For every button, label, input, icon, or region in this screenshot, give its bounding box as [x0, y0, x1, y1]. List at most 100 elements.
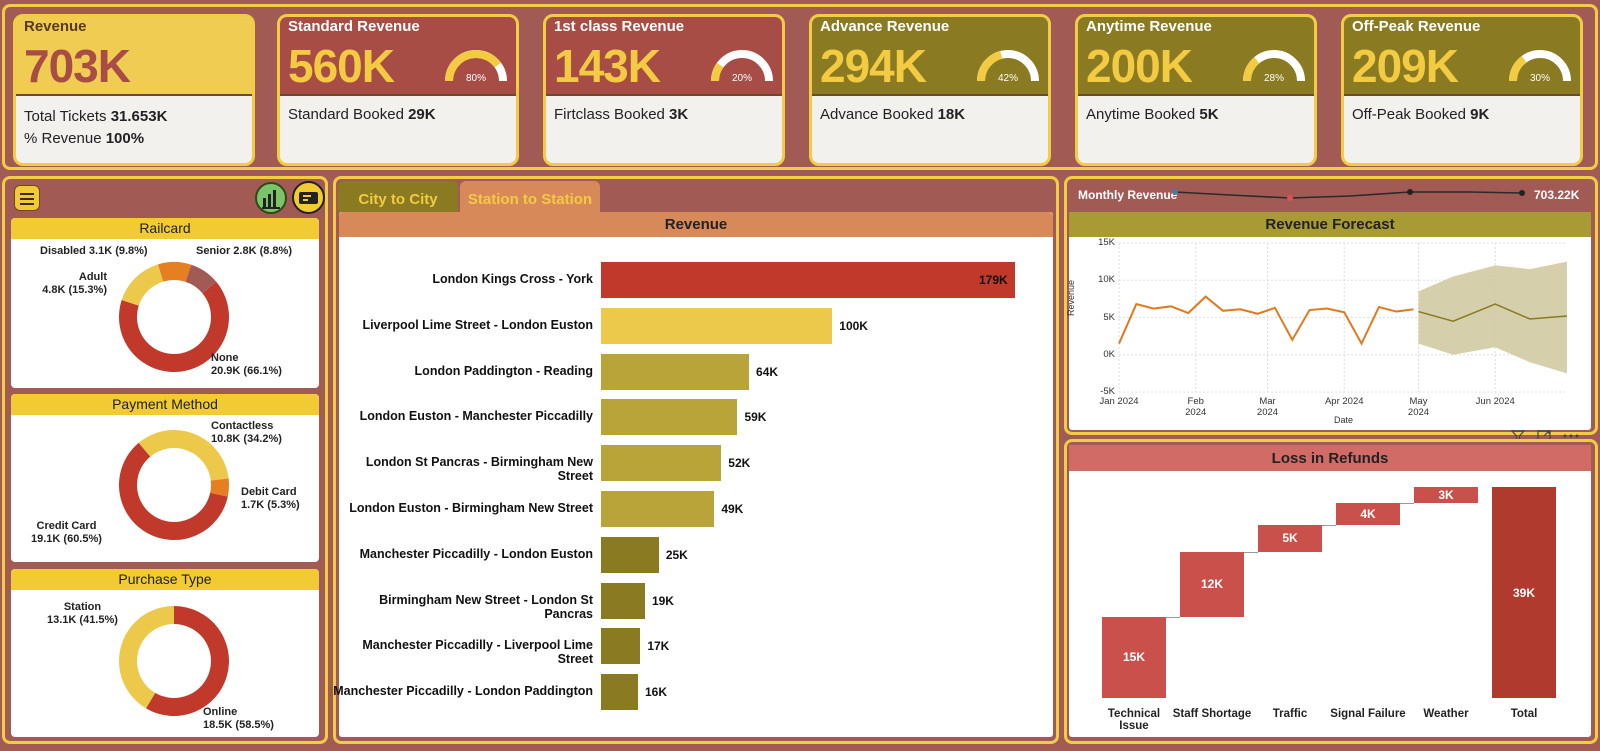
bar-value-label: 59K: [744, 410, 767, 425]
kpi-card-first-class: 1st class Revenue 143K 20% Firtclass Boo…: [543, 14, 785, 166]
bar-category-label: London Kings Cross - York: [432, 272, 593, 286]
x-tick-label: Mar 2024: [1256, 396, 1279, 418]
waterfall-connector: [1322, 524, 1336, 526]
x-tick-label: Jan 2024: [1099, 396, 1139, 407]
forecast-xlabel: Date: [1334, 415, 1354, 425]
waterfall-category-label: Traffic: [1272, 708, 1308, 720]
gauge-percent: 80%: [466, 73, 486, 84]
x-tick-label: Jun 2024: [1475, 396, 1515, 407]
gauge-fill: [1243, 57, 1260, 82]
x-tick-label: Apr 2024: [1324, 396, 1364, 407]
route-bar[interactable]: [601, 628, 641, 665]
actual-revenue-line: [1118, 295, 1414, 346]
donut-slice-disabled: [157, 262, 192, 282]
payment-label-contactless: Contactless 10.8K (34.2%): [211, 420, 282, 445]
kpi-title: Standard Revenue: [288, 18, 420, 35]
waterfall-connector: [1244, 551, 1258, 553]
monthly-revenue-sparkline: [1172, 189, 1525, 201]
railcard-label-senior: Senior 2.8K (8.8%): [196, 245, 292, 257]
waterfall-connector: [1166, 616, 1180, 618]
kpi-booked: Firtclass Booked 3K: [554, 106, 689, 123]
kpi-title: Revenue: [24, 18, 87, 35]
route-bar[interactable]: [601, 491, 715, 527]
waterfall-value-label: 3K: [1438, 488, 1454, 503]
bar-value-label: 179K: [979, 273, 1008, 287]
gauge: 42%: [977, 50, 1039, 84]
y-tick-label: 10K: [1098, 274, 1115, 286]
bar-value-label: 64K: [756, 364, 779, 379]
railcard-label-none: None 20.9K (66.1%): [211, 352, 282, 377]
kpi-value: 560K: [288, 40, 395, 92]
bar-category-label: London Euston - Manchester Piccadilly: [359, 409, 593, 424]
gauge-fill: [1509, 55, 1527, 82]
bar-value-label: 17K: [647, 639, 670, 654]
center-chart-title: Revenue: [664, 216, 728, 233]
kpi-title: 1st class Revenue: [554, 18, 685, 35]
waterfall-value-label: 39K: [1512, 585, 1535, 600]
route-bar[interactable]: [601, 674, 638, 711]
bar-category-label: London Paddington - Reading: [414, 363, 593, 378]
purchase-label-station: Station 13.1K (41.5%): [47, 601, 118, 626]
kpi-percent-revenue: % Revenue 100%: [24, 130, 145, 147]
waterfall-value-label: 5K: [1282, 531, 1298, 546]
kpi-booked: Off-Peak Booked 9K: [1352, 106, 1490, 123]
card-title: Purchase Type: [11, 569, 319, 590]
ticket-button[interactable]: [292, 181, 325, 214]
route-bar[interactable]: [601, 582, 645, 619]
kpi-value: 200K: [1086, 40, 1193, 92]
bar-value-label: 49K: [721, 502, 744, 516]
kpi-value: 209K: [1352, 40, 1459, 92]
purchase-label-online: Online 18.5K (58.5%): [203, 706, 274, 731]
kpi-card-off-peak: Off-Peak Revenue 209K 30% Off-Peak Booke…: [1341, 14, 1583, 166]
route-bar[interactable]: [601, 307, 833, 344]
route-bar[interactable]: [601, 536, 659, 573]
tab-city-to-city[interactable]: City to City: [338, 181, 458, 213]
route-bar[interactable]: [601, 353, 750, 390]
payment-method-card: Payment Method Contactless 10.8K (34.2%) …: [11, 394, 319, 562]
gauge-fill: [711, 62, 724, 82]
waterfall-category-label: Signal Failure: [1330, 708, 1406, 720]
forecast-title: Revenue Forecast: [1265, 216, 1395, 233]
kpi-value: 703K: [24, 40, 131, 92]
route-bar[interactable]: [601, 262, 1015, 298]
bar-category-label: Birmingham New Street - London St Pancra…: [379, 592, 593, 621]
kpi-title: Off-Peak Revenue: [1352, 18, 1481, 35]
hamburger-menu-icon: [20, 192, 34, 205]
bar-category-label: Manchester Piccadilly - London Paddingto…: [333, 684, 593, 699]
waterfall-category-label: Total: [1510, 708, 1538, 720]
payment-label-credit: Credit Card 19.1K (60.5%): [31, 520, 102, 545]
kpi-booked: Advance Booked 18K: [820, 106, 966, 123]
monthly-revenue-value: 703.22K: [1534, 188, 1580, 202]
waterfall-value-label: 4K: [1360, 507, 1376, 522]
waterfall-category-label: Technical Issue: [1107, 708, 1161, 732]
payment-label-debit: Debit Card 1.7K (5.3%): [241, 486, 300, 511]
bar-category-label: Manchester Piccadilly - London Euston: [359, 546, 593, 561]
bar-category-label: London St Pancras - Birmingham New Stree…: [365, 455, 593, 484]
gauge: 28%: [1243, 50, 1305, 84]
forecast-ylabel: Revenue: [1066, 279, 1076, 316]
kpi-card-standard: Standard Revenue 560K 80% Standard Booke…: [277, 14, 519, 166]
gauge: 80%: [445, 50, 507, 84]
x-tick-label: Feb 2024: [1185, 396, 1207, 418]
bar-value-label: 19K: [651, 593, 674, 608]
gauge-percent: 20%: [732, 73, 752, 84]
route-bar[interactable]: [601, 445, 722, 482]
kpi-value: 143K: [554, 40, 661, 92]
railcard-label-adult: Adult 4.8K (15.3%): [42, 271, 107, 296]
menu-button[interactable]: [14, 185, 40, 211]
refunds-title: Loss in Refunds: [1271, 450, 1389, 467]
kpi-title: Anytime Revenue: [1086, 18, 1212, 35]
kpi-value: 294K: [820, 40, 927, 92]
kpi-title: Advance Revenue: [820, 18, 950, 35]
bar-category-label: Manchester Piccadilly - Liverpool Lime S…: [362, 638, 593, 667]
gauge: 20%: [711, 50, 773, 84]
kpi-card-anytime: Anytime Revenue 200K 28% Anytime Booked …: [1075, 14, 1317, 166]
kpi-booked: Standard Booked 29K: [288, 106, 436, 123]
railcard-label-disabled: Disabled 3.1K (9.8%): [40, 245, 148, 257]
bar-value-label: 52K: [728, 456, 751, 471]
waterfall-connector: [1400, 503, 1414, 505]
tab-station-to-station[interactable]: Station to Station: [460, 181, 600, 213]
route-bar[interactable]: [601, 399, 738, 436]
bar-value-label: 25K: [665, 547, 688, 562]
analytics-button[interactable]: [255, 182, 287, 214]
